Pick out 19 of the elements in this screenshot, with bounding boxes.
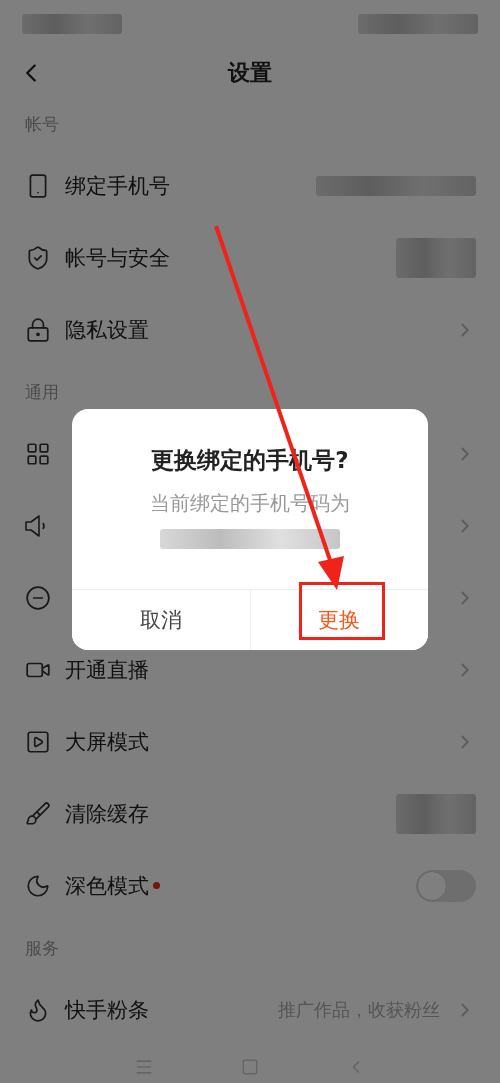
- row-label: 深色模式: [65, 873, 149, 900]
- toggle-switch[interactable]: [416, 870, 476, 902]
- shield-check-icon: [25, 245, 51, 271]
- moon-icon: [25, 873, 51, 899]
- row-label: 清除缓存: [65, 801, 149, 828]
- grid-icon: [25, 441, 51, 467]
- home-icon[interactable]: [241, 1057, 259, 1076]
- row-label: 开通直播: [65, 657, 149, 684]
- speaker-icon: [25, 514, 47, 538]
- row-label: 帐号与安全: [65, 245, 170, 272]
- minus-circle-icon: [25, 585, 51, 611]
- row-label: 隐私设置: [65, 317, 149, 344]
- play-icon: [25, 729, 51, 755]
- row-label: 快手粉条: [65, 997, 149, 1024]
- row-label: 大屏模式: [65, 729, 149, 756]
- brush-icon: [25, 801, 51, 827]
- page-title: 设置: [228, 59, 272, 87]
- row-label: 绑定手机号: [65, 173, 170, 200]
- lock-icon: [25, 317, 51, 343]
